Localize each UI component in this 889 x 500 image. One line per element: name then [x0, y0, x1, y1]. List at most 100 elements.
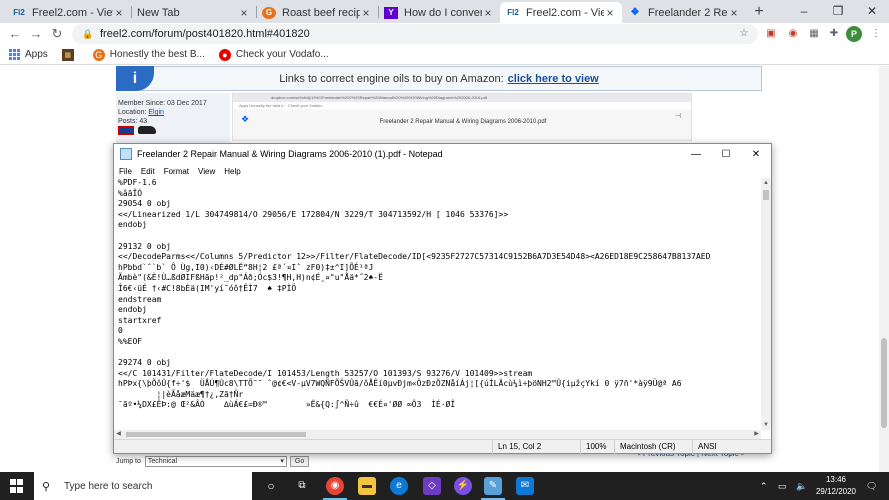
menu-edit[interactable]: Edit	[141, 167, 155, 176]
status-divider	[614, 440, 615, 454]
text-line: Ãmbè"(&È!Ù…ßdØIFßHãp!²_dp"Áð;Óc$3!¶H,H)n…	[118, 273, 383, 283]
scroll-down-icon[interactable]: ▼	[761, 420, 771, 430]
tab-freel2-active[interactable]: Fl2 Freel2.com - View topic ×	[500, 2, 622, 23]
windows-taskbar: ⚲ Type here to search ○ ⧉ ◉ ▬ e ◇ ⚡ ✎ ✉ …	[0, 472, 889, 500]
amazon-banner: Links to correct engine oils to buy on A…	[116, 66, 762, 91]
fl2-icon: Fl2	[507, 8, 519, 17]
scroll-left-icon[interactable]: ◀	[114, 430, 123, 439]
notepad-titlebar[interactable]: Freelander 2 Repair Manual & Wiring Diag…	[114, 144, 771, 164]
status-zoom: 100%	[586, 442, 607, 451]
bookmark-vodafone[interactable]: ● Check your Vodafo...	[218, 48, 329, 61]
close-icon[interactable]: ×	[482, 6, 494, 20]
tab-yahoo-answers[interactable]: Y How do I convert a notepad ×	[378, 2, 500, 23]
jump-select[interactable]: Technical ▾	[144, 456, 287, 467]
close-icon[interactable]: ×	[728, 6, 740, 20]
messenger-icon[interactable]: ⚡	[454, 477, 472, 495]
menu-dots-icon[interactable]: ⋮	[868, 26, 884, 42]
extension-icon-3[interactable]: ▦	[806, 26, 822, 42]
scrollbar-thumb[interactable]	[126, 432, 306, 437]
app-icon[interactable]: ◇	[423, 477, 441, 495]
bookmark-apps[interactable]: Apps	[8, 49, 48, 61]
notepad-icon	[120, 148, 132, 160]
go-button[interactable]: Go	[289, 456, 310, 467]
new-tab-button[interactable]: +	[750, 3, 768, 21]
dropbox-icon: ❖	[241, 114, 250, 124]
member-info: Member Since: 03 Dec 2017 Location: Elgi…	[118, 99, 207, 126]
notifications-icon[interactable]: 🗨	[866, 472, 877, 500]
menu-file[interactable]: File	[119, 167, 132, 176]
edge-icon[interactable]: e	[390, 477, 408, 495]
inner-doc-title: Freelander 2 Repair Manual & Wiring Diag…	[233, 110, 691, 140]
scroll-right-icon[interactable]: ▶	[752, 430, 761, 439]
back-button[interactable]: ←	[6, 25, 24, 43]
scrollbar-thumb[interactable]	[763, 190, 769, 200]
notepad-taskbar-icon[interactable]: ✎	[484, 477, 502, 495]
tab-new-tab[interactable]: New Tab ×	[131, 2, 256, 23]
scroll-up-icon[interactable]: ▲	[761, 178, 771, 188]
notepad-text-area[interactable]: %PDF-1.6 %âãÏÓ 29054 0 obj <</Linearized 1/…	[114, 178, 761, 430]
mail-icon[interactable]: ✉	[516, 477, 534, 495]
posts-count: Posts: 43	[118, 118, 148, 125]
fl2-icon: Fl2	[13, 8, 25, 17]
member-since: Member Since: 03 Dec 2017	[118, 100, 207, 107]
bookmark-honestly[interactable]: G Honestly the best B...	[92, 48, 205, 61]
menu-view[interactable]: View	[198, 167, 215, 176]
recipe-icon: G	[262, 6, 276, 19]
profile-avatar[interactable]: P	[846, 26, 862, 42]
text-line: endobj	[118, 305, 147, 315]
minimize-button[interactable]: –	[787, 0, 821, 23]
network-icon[interactable]: ▭	[778, 472, 787, 500]
banner-text: Links to correct engine oils to buy on A…	[279, 72, 504, 85]
tray-chevron-icon[interactable]: ⌃	[760, 472, 768, 500]
menu-help[interactable]: Help	[224, 167, 240, 176]
tab-freel2-1[interactable]: Fl2 Freel2.com - View topic ×	[6, 2, 131, 23]
task-view-icon[interactable]: ⧉	[293, 477, 311, 495]
extensions-puzzle-icon[interactable]: ✚	[826, 26, 842, 42]
star-icon[interactable]: ☆	[736, 26, 752, 42]
close-icon[interactable]: ×	[360, 6, 372, 20]
text-line: <</Linearized 1/L 304749814/O 29056/E 17…	[118, 209, 509, 219]
menu-format[interactable]: Format	[164, 167, 189, 176]
location-link[interactable]: Elgin	[148, 109, 164, 116]
text-line: %%EOF	[118, 336, 143, 346]
text-line: 29054 0 obj	[118, 199, 171, 209]
address-bar[interactable]: 🔒 freel2.com/forum/post401820.html#40182…	[72, 24, 758, 44]
status-line-ending: Macintosh (CR)	[620, 442, 676, 451]
close-window-button[interactable]: ✕	[855, 0, 889, 23]
text-line: 29132 0 obj	[118, 241, 171, 251]
extension-icon-2[interactable]: ◉	[785, 26, 801, 42]
volume-icon[interactable]: 🔈	[796, 472, 807, 500]
tab-roast-beef[interactable]: G Roast beef recipes - All ×	[256, 2, 378, 23]
page-scrollbar[interactable]	[879, 66, 889, 472]
notepad-vertical-scrollbar[interactable]: ▲ ▼	[761, 178, 771, 430]
extension-icon-1[interactable]: ▣	[763, 26, 779, 42]
text-line	[118, 348, 761, 359]
chrome-icon[interactable]: ◉	[326, 477, 344, 495]
file-explorer-icon[interactable]: ▬	[358, 477, 376, 495]
system-clock[interactable]: 13:46 29/12/2020	[812, 474, 860, 498]
reload-button[interactable]: ↻	[48, 25, 66, 43]
close-icon[interactable]: ×	[238, 6, 250, 20]
banner-link[interactable]: click here to view	[508, 73, 599, 85]
forward-button[interactable]: →	[27, 25, 45, 43]
tab-dropbox[interactable]: ❖ Freelander 2 Repair Ma ×	[622, 2, 746, 23]
minimize-button[interactable]: —	[681, 149, 711, 160]
text-line	[118, 231, 761, 242]
cortana-icon[interactable]: ○	[262, 477, 280, 495]
bookmark-label: Honestly the best B...	[109, 49, 205, 60]
taskbar-search[interactable]: ⚲ Type here to search	[34, 472, 252, 500]
maximize-button[interactable]: ☐	[711, 149, 741, 160]
tab-title: Freel2.com - View topic	[32, 6, 113, 19]
scrollbar-thumb[interactable]	[881, 338, 887, 428]
bookmark-2[interactable]: ▦	[61, 48, 79, 61]
text-line: endobj	[118, 220, 147, 230]
close-button[interactable]: ✕	[741, 149, 771, 160]
close-icon[interactable]: ×	[604, 6, 616, 20]
maximize-button[interactable]: ❐	[821, 0, 855, 23]
bookmark-label: Check your Vodafo...	[235, 49, 329, 60]
notepad-horizontal-scrollbar[interactable]: ◀ ▶	[114, 430, 761, 439]
status-encoding: ANSI	[698, 442, 717, 451]
windows-start-icon[interactable]	[10, 479, 24, 493]
close-icon[interactable]: ×	[113, 6, 125, 20]
inner-url: dropbox.com/s/r0vfv0j/1I%C/Freelander%20…	[233, 94, 691, 102]
